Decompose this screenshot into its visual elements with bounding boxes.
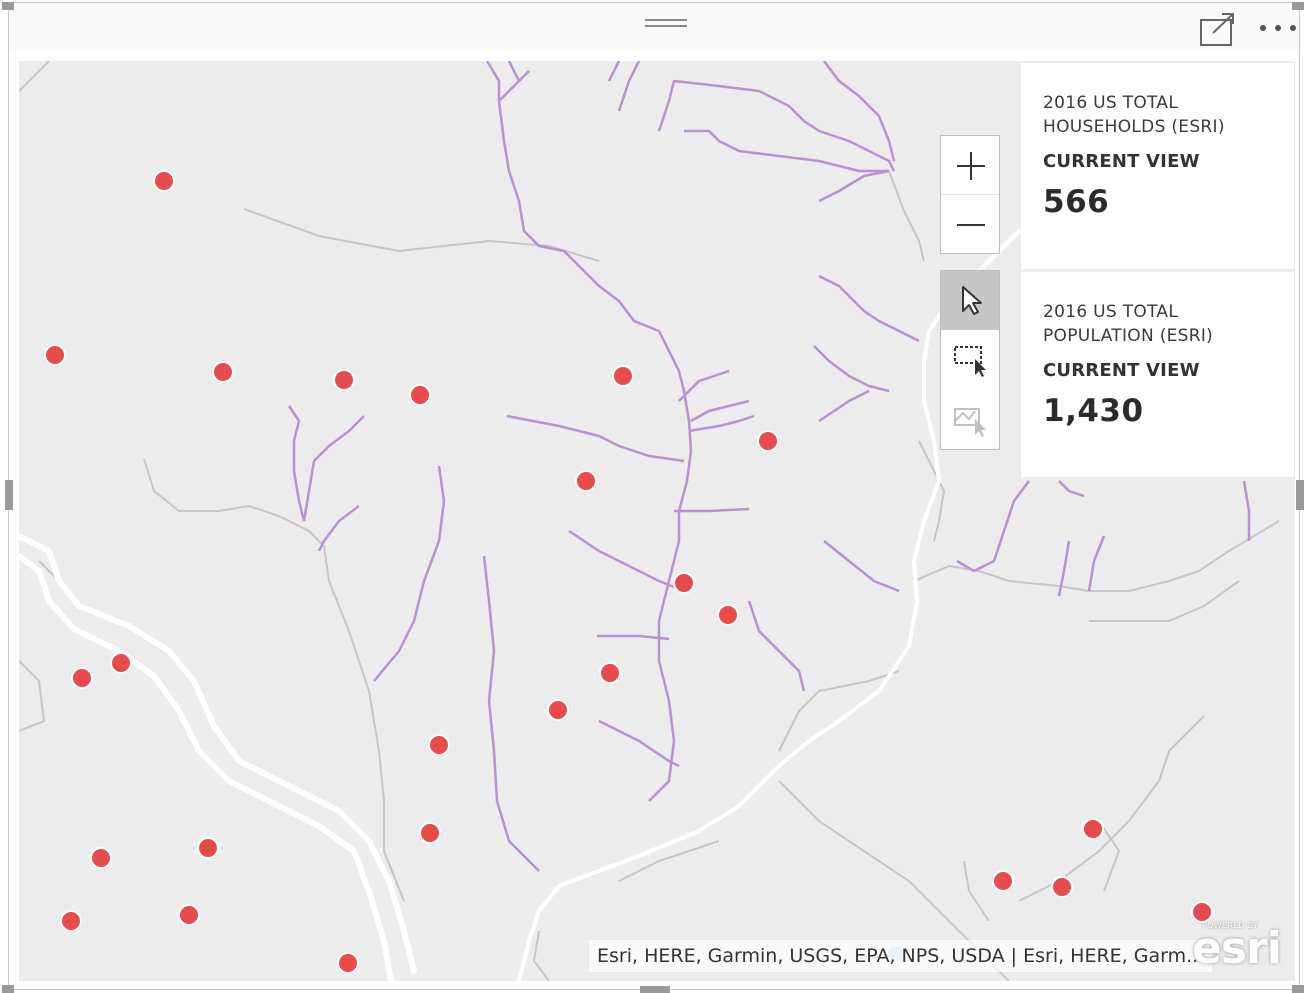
zoom-controls (940, 135, 1000, 254)
resize-handle-right[interactable] (1296, 480, 1304, 510)
map-point (110, 652, 132, 674)
map-point (178, 904, 200, 926)
resize-handle-bottom-left[interactable] (2, 985, 14, 993)
map-point (599, 662, 621, 684)
map-point (337, 952, 359, 974)
drag-grip-icon[interactable] (645, 17, 687, 35)
population-card: 2016 US TOTAL POPULATION (ESRI) CURRENT … (1021, 272, 1294, 477)
map-point (212, 361, 234, 383)
map-point (90, 847, 112, 869)
selection-tools (940, 270, 1000, 450)
reference-layer-select-button[interactable] (941, 391, 999, 450)
map-point (757, 430, 779, 452)
households-card: 2016 US TOTAL HOUSEHOLDS (ESRI) CURRENT … (1021, 63, 1294, 269)
resize-handle-bottom-right[interactable] (1292, 985, 1304, 993)
map-point (409, 384, 431, 406)
map-point (71, 667, 93, 689)
card-title: 2016 US TOTAL POPULATION (ESRI) (1043, 302, 1214, 346)
road-lines (19, 229, 1021, 981)
map-point (992, 870, 1014, 892)
rectangle-select-button[interactable] (941, 331, 999, 390)
esri-logo[interactable]: esri POWERED BY (1192, 918, 1284, 974)
map-point (717, 604, 739, 626)
zoom-out-button[interactable] (941, 195, 999, 253)
card-subtitle: CURRENT VIEW (1043, 360, 1200, 381)
select-pointer-icon (962, 286, 982, 315)
minus-icon (957, 224, 985, 226)
plus-icon (957, 152, 985, 180)
map-attribution[interactable]: Esri, HERE, Garmin, USGS, EPA, NPS, USDA… (589, 940, 1213, 972)
focus-mode-icon[interactable] (1199, 11, 1237, 47)
map-point (419, 822, 441, 844)
map-point (197, 837, 219, 859)
map-point (575, 470, 597, 492)
resize-handle-top-right[interactable] (1292, 2, 1304, 10)
reference-layer-select-icon (954, 408, 986, 437)
esri-logo-text: esri (1192, 923, 1282, 974)
card-value: 1,430 (1043, 393, 1144, 429)
map-point (673, 572, 695, 594)
zoom-in-button[interactable] (941, 136, 999, 195)
map-point (1082, 818, 1104, 840)
map-point (428, 734, 450, 756)
map-point (547, 699, 569, 721)
resize-handle-bottom[interactable] (640, 986, 670, 993)
select-pointer-button[interactable] (941, 271, 999, 330)
map-point (153, 170, 175, 192)
rectangle-select-icon (954, 346, 986, 377)
map-point (44, 344, 66, 366)
resize-handle-left[interactable] (5, 480, 13, 510)
card-title: 2016 US TOTAL HOUSEHOLDS (ESRI) (1043, 93, 1225, 137)
map-point (333, 369, 355, 391)
map-point (612, 365, 634, 387)
more-options-icon[interactable] (1255, 15, 1301, 41)
card-subtitle: CURRENT VIEW (1043, 151, 1200, 172)
resize-handle-top-left[interactable] (2, 2, 14, 10)
card-value: 566 (1043, 184, 1110, 220)
map-point (60, 910, 82, 932)
powered-by-text: POWERED BY (1202, 921, 1259, 930)
visual-header (9, 3, 1299, 49)
map-point (1051, 876, 1073, 898)
